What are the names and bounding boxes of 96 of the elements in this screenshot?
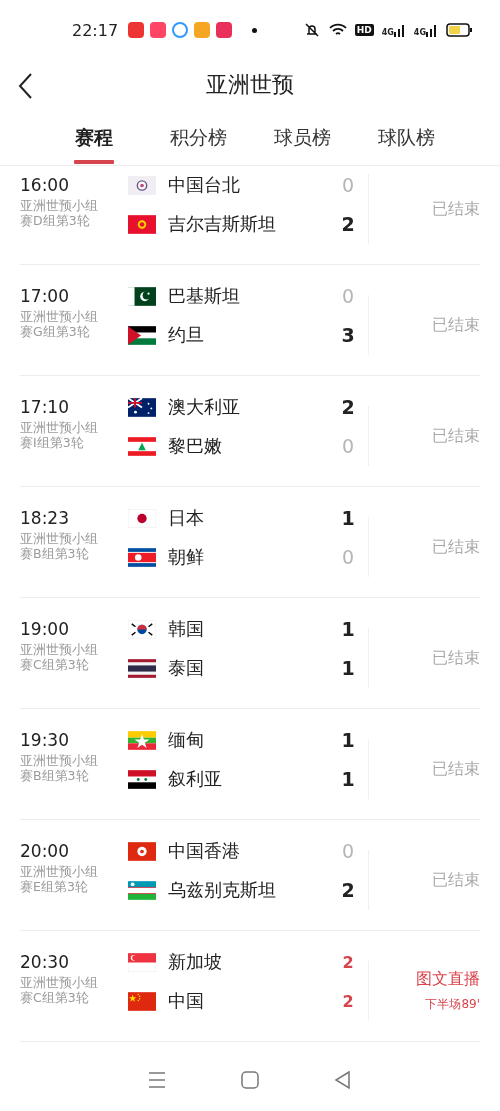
match-phase: 下半场89' bbox=[425, 996, 480, 1013]
flag-icon bbox=[128, 436, 156, 456]
app-icon bbox=[150, 22, 167, 38]
team-name: 朝鲜 bbox=[168, 545, 205, 569]
team-score: 1 bbox=[340, 768, 356, 790]
app-icon bbox=[128, 22, 145, 38]
flag-icon bbox=[128, 286, 156, 306]
team-name: 韩国 bbox=[168, 617, 205, 641]
team-name: 黎巴嫩 bbox=[168, 434, 223, 458]
competition-label: 亚洲世预小组赛D组第3轮 bbox=[20, 198, 99, 228]
match-time: 20:30 bbox=[20, 951, 70, 973]
match-time: 17:00 bbox=[20, 285, 70, 307]
flag-icon bbox=[128, 730, 156, 750]
muted-bell-icon bbox=[302, 23, 321, 37]
flag-icon bbox=[128, 547, 156, 567]
team-name: 中国 bbox=[168, 989, 205, 1013]
flag-icon bbox=[128, 769, 156, 789]
team-score: 2 bbox=[340, 213, 356, 235]
match-status: 已结束 bbox=[432, 869, 480, 891]
tab[interactable]: 球队榜 bbox=[354, 110, 458, 165]
clock-time: 22:17 bbox=[72, 20, 119, 40]
competition-label: 亚洲世预小组赛C组第3轮 bbox=[20, 975, 99, 1005]
wifi-icon bbox=[328, 23, 347, 37]
team-score: 2 bbox=[340, 879, 356, 901]
network-label: 4G bbox=[381, 28, 394, 37]
match-status: 已结束 bbox=[432, 758, 480, 780]
team-score: 1 bbox=[340, 507, 356, 529]
match-time: 19:30 bbox=[20, 729, 70, 751]
team-score: 0 bbox=[340, 435, 356, 457]
match-time: 20:00 bbox=[20, 840, 70, 862]
team-name: 约旦 bbox=[168, 323, 205, 347]
tab[interactable]: 积分榜 bbox=[146, 110, 250, 165]
network-label: 4G bbox=[413, 28, 426, 37]
match-time: 16:00 bbox=[20, 174, 70, 196]
flag-icon bbox=[128, 841, 156, 861]
flag-icon bbox=[128, 214, 156, 234]
dot-icon bbox=[252, 27, 258, 33]
competition-label: 亚洲世预小组赛I组第3轮 bbox=[20, 420, 99, 450]
competition-label: 亚洲世预小组赛C组第3轮 bbox=[20, 642, 99, 672]
team-score: 0 bbox=[340, 285, 356, 307]
flag-icon bbox=[128, 397, 156, 417]
match-status: 已结束 bbox=[432, 647, 480, 669]
team-name: 叙利亚 bbox=[168, 767, 223, 791]
team-score: 1 bbox=[340, 657, 356, 679]
tab[interactable]: 球员榜 bbox=[250, 110, 354, 165]
flag-icon bbox=[128, 880, 156, 900]
match-time: 19:00 bbox=[20, 618, 70, 640]
team-name: 中国香港 bbox=[168, 839, 241, 863]
match-status: 已结束 bbox=[432, 198, 480, 220]
team-name: 日本 bbox=[168, 506, 205, 530]
menu-icon[interactable] bbox=[146, 1070, 167, 1090]
team-score: 2 bbox=[341, 991, 355, 1011]
competition-label: 亚洲世预小组赛B组第3轮 bbox=[20, 753, 99, 783]
competition-label: 亚洲世预小组赛G组第3轮 bbox=[20, 309, 99, 339]
team-score: 0 bbox=[340, 840, 356, 862]
team-name: 中国台北 bbox=[168, 173, 241, 197]
home-icon[interactable] bbox=[240, 1070, 260, 1090]
team-score: 0 bbox=[340, 174, 356, 196]
team-name: 缅甸 bbox=[168, 728, 205, 752]
team-score: 3 bbox=[340, 324, 356, 346]
app-icon bbox=[194, 22, 211, 38]
flag-icon bbox=[128, 325, 156, 345]
app-icon bbox=[172, 22, 189, 38]
flag-icon bbox=[128, 175, 156, 195]
team-name: 泰国 bbox=[168, 656, 205, 680]
competition-label: 亚洲世预小组赛B组第3轮 bbox=[20, 531, 99, 561]
match-time: 17:10 bbox=[20, 396, 70, 418]
team-name: 巴基斯坦 bbox=[168, 284, 241, 308]
team-score: 0 bbox=[340, 546, 356, 568]
team-name: 新加坡 bbox=[168, 950, 223, 974]
flag-icon bbox=[128, 508, 156, 528]
team-score: 2 bbox=[341, 952, 355, 972]
team-name: 澳大利亚 bbox=[168, 395, 241, 419]
play-icon bbox=[216, 22, 233, 38]
team-name: 吉尔吉斯斯坦 bbox=[168, 212, 277, 236]
team-score: 2 bbox=[340, 396, 356, 418]
live-link[interactable]: 图文直播 bbox=[416, 969, 480, 990]
team-score: 1 bbox=[340, 729, 356, 751]
flag-icon bbox=[128, 658, 156, 678]
match-time: 18:23 bbox=[20, 507, 70, 529]
team-name: 乌兹别克斯坦 bbox=[168, 878, 277, 902]
flag-icon bbox=[128, 991, 156, 1011]
flag-icon bbox=[128, 619, 156, 639]
match-status: 已结束 bbox=[432, 314, 480, 336]
match-status: 已结束 bbox=[432, 536, 480, 558]
competition-label: 亚洲世预小组赛E组第3轮 bbox=[20, 864, 99, 894]
tab-underline bbox=[74, 160, 114, 164]
team-score: 1 bbox=[340, 618, 356, 640]
signal-icon bbox=[426, 23, 438, 37]
battery-icon bbox=[446, 23, 472, 37]
signal-icon bbox=[393, 23, 406, 37]
tab[interactable]: 赛程 bbox=[42, 110, 146, 165]
page-title: 亚洲世预 bbox=[206, 71, 294, 99]
match-status: 已结束 bbox=[432, 425, 480, 447]
hd-badge: HD bbox=[354, 24, 374, 36]
flag-icon bbox=[128, 952, 156, 972]
